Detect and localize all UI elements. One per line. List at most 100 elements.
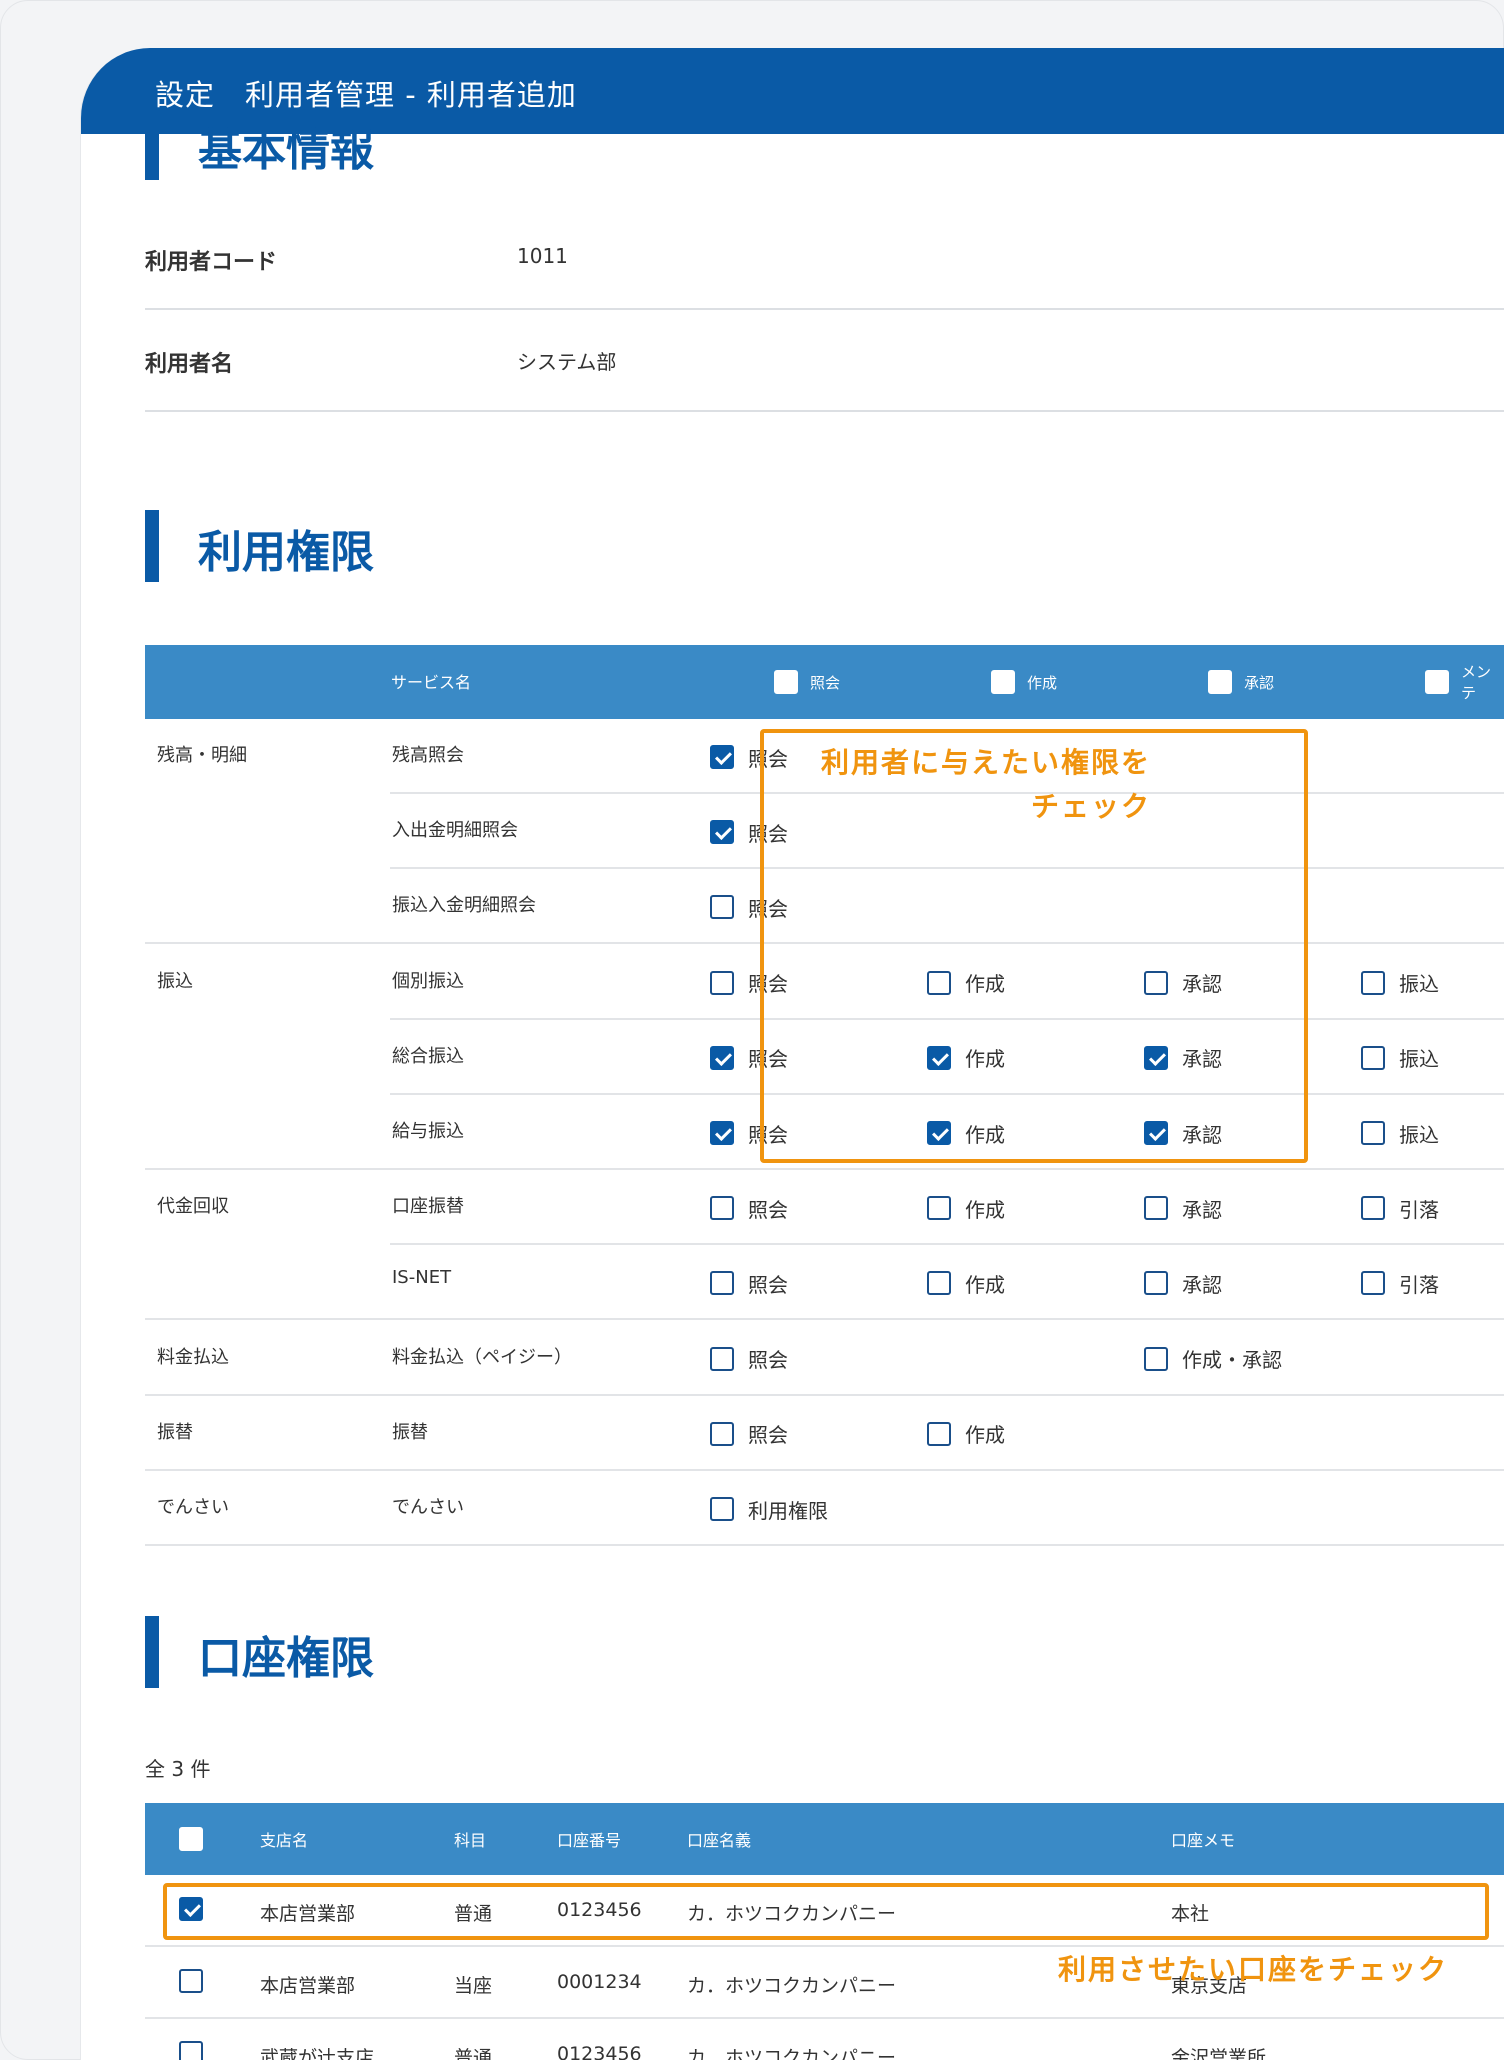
permission-option[interactable]: 承認 (1144, 1270, 1222, 1297)
account-number: 0001234 (557, 1971, 642, 1993)
section-bar (145, 1616, 159, 1688)
permission-option-label: 照会 (748, 1197, 788, 1222)
permission-checkbox[interactable] (710, 1271, 734, 1296)
permission-checkbox[interactable] (927, 1421, 951, 1446)
permission-option[interactable]: 照会 (710, 1195, 788, 1222)
info-row-user-name: 利用者名 システム部 (145, 312, 1504, 412)
select-all-approve-checkbox[interactable] (1208, 670, 1232, 694)
permission-checkbox[interactable] (710, 745, 734, 769)
select-all-accounts[interactable] (179, 1827, 203, 1851)
section-title-accounts: 口座権限 (198, 1633, 374, 1684)
permissions-callout-text: 利用者に与えたい権限を チェック (821, 741, 1151, 829)
account-memo: 金沢営業所 (1171, 2047, 1267, 2060)
permission-option[interactable]: 引落 (1361, 1270, 1439, 1297)
account-holder: カ．ホツコクカンパニー (687, 1975, 897, 1997)
permission-option-label: 作成 (965, 1272, 1005, 1297)
account-type: 普通 (454, 2047, 493, 2060)
header-col-label: 照会 (810, 673, 841, 692)
permission-option-label: 引落 (1399, 1197, 1439, 1222)
permission-service-name: 個別振込 (392, 970, 464, 992)
permission-service-name: 口座振替 (392, 1196, 464, 1218)
permission-checkbox[interactable] (710, 1346, 734, 1371)
header-col-create[interactable]: 作成 (991, 669, 1057, 695)
select-all-accounts-checkbox[interactable] (179, 1827, 203, 1851)
permission-option-label: 作成・承認 (1182, 1348, 1282, 1373)
col-type: 科目 (454, 1831, 487, 1850)
permission-service-name: 料金払込（ペイジー） (392, 1346, 572, 1368)
header-col-inquiry[interactable]: 照会 (774, 669, 840, 695)
permission-option[interactable]: 振込 (1361, 1120, 1439, 1147)
permission-service-name: IS-NET (392, 1267, 452, 1289)
permission-option[interactable]: 利用権限 (710, 1496, 828, 1523)
permissions-table-header: サービス名 照会 作成 承認 メンテ (145, 645, 1504, 719)
permission-option[interactable]: 作成 (927, 1195, 1005, 1222)
permission-option[interactable]: 振込 (1361, 970, 1439, 996)
permission-category: 振込 (157, 970, 193, 992)
account-branch: 武蔵が辻支店 (260, 2047, 375, 2060)
permission-checkbox[interactable] (710, 1121, 734, 1145)
permission-option[interactable]: 承認 (1144, 1195, 1222, 1222)
permission-checkbox[interactable] (1361, 1271, 1385, 1296)
account-select[interactable] (179, 1969, 203, 1993)
permission-checkbox[interactable] (710, 895, 734, 920)
permission-checkbox[interactable] (710, 1421, 734, 1446)
permission-category: でんさい (157, 1497, 229, 1518)
account-type: 当座 (454, 1975, 493, 1997)
permission-checkbox[interactable] (1144, 1346, 1168, 1371)
permission-checkbox[interactable] (710, 1497, 734, 1521)
permission-option[interactable]: 作成・承認 (1144, 1346, 1282, 1372)
accounts-callout-box (163, 1883, 1489, 1940)
permission-option[interactable]: 引落 (1361, 1195, 1439, 1222)
header-col-maintenance[interactable]: メンテ (1425, 663, 1504, 702)
callout-line: チェック (1031, 790, 1152, 823)
permission-option-label: 承認 (1182, 1197, 1222, 1222)
permission-checkbox[interactable] (1361, 970, 1385, 995)
permission-checkbox[interactable] (927, 1271, 951, 1296)
page-title: 設定 利用者管理 - 利用者追加 (155, 78, 577, 112)
account-checkbox[interactable] (179, 2041, 203, 2060)
col-holder: 口座名義 (687, 1831, 752, 1850)
account-row[interactable]: 武蔵が辻支店 普通 0123456 カ．ホツコクカンパニー 金沢営業所 (145, 2019, 1504, 2060)
permission-row: 料金払込 料金払込（ペイジー） 照会 作成・承認 (145, 1321, 1504, 1396)
permission-service-name: でんさい (392, 1497, 464, 1518)
permission-category: 残高・明細 (157, 745, 247, 766)
account-select[interactable] (179, 2041, 203, 2060)
select-all-create-checkbox[interactable] (991, 670, 1015, 694)
account-count: 全 3 件 (145, 1757, 211, 1781)
col-number: 口座番号 (557, 1831, 622, 1850)
permission-row: でんさい でんさい 利用権限 (145, 1471, 1504, 1546)
account-checkbox[interactable] (179, 1969, 203, 1993)
permission-checkbox[interactable] (1144, 1271, 1168, 1296)
permission-checkbox[interactable] (1361, 1045, 1385, 1070)
permission-row: 振替 振替 照会 作成 (145, 1396, 1504, 1471)
permission-checkbox[interactable] (1361, 1196, 1385, 1221)
permission-option[interactable]: 照会 (710, 1421, 788, 1447)
service-name-header: サービス名 (391, 673, 472, 692)
permission-checkbox[interactable] (710, 1196, 734, 1221)
permission-option[interactable]: 照会 (710, 1270, 788, 1297)
permission-option[interactable]: 作成 (927, 1270, 1005, 1297)
section-title-basic-info: 基本情報 (198, 125, 374, 176)
header-col-approve[interactable]: 承認 (1208, 669, 1274, 695)
permission-checkbox[interactable] (927, 1196, 951, 1221)
section-bar (145, 510, 159, 582)
header-col-label: 作成 (1027, 673, 1058, 692)
permission-checkbox[interactable] (1361, 1121, 1385, 1145)
permission-checkbox[interactable] (710, 1045, 734, 1070)
permission-option[interactable]: 振込 (1361, 1045, 1439, 1071)
select-all-inquiry-checkbox[interactable] (774, 670, 798, 694)
permission-option[interactable]: 照会 (710, 1346, 788, 1372)
permission-option-label: 照会 (748, 1423, 788, 1448)
permission-checkbox[interactable] (1144, 1196, 1168, 1221)
select-all-maintenance-checkbox[interactable] (1425, 670, 1449, 694)
permission-option-label: 振込 (1399, 1122, 1439, 1147)
permission-category: 料金払込 (157, 1346, 229, 1368)
accounts-table-header: 支店名 科目 口座番号 口座名義 口座メモ (145, 1803, 1504, 1875)
permission-category: 振替 (157, 1421, 193, 1443)
account-number: 0123456 (557, 2043, 642, 2060)
permission-checkbox[interactable] (710, 970, 734, 995)
permission-option-label: 承認 (1182, 1272, 1222, 1297)
info-row-user-code: 利用者コード 1011 (145, 210, 1504, 310)
permission-checkbox[interactable] (710, 820, 734, 845)
permission-option[interactable]: 作成 (927, 1421, 1005, 1447)
